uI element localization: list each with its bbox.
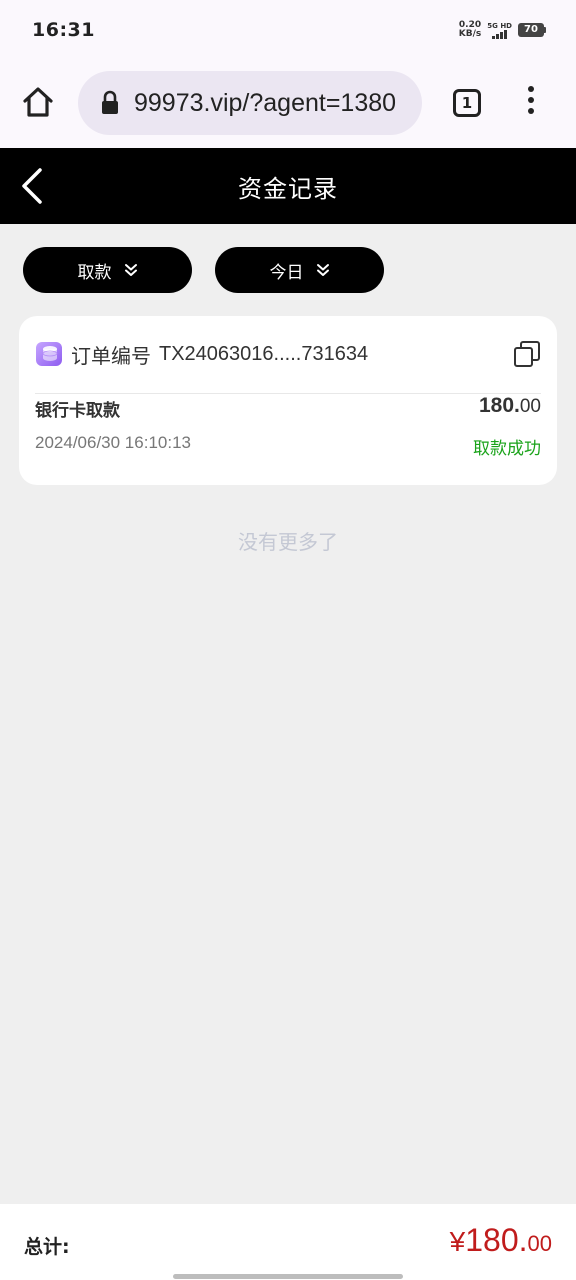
filter-bar: 取款 今日 (23, 247, 384, 293)
lock-icon (102, 90, 118, 114)
record-amount: 180.00 (479, 394, 541, 418)
total-footer: 总计: ¥180.00 (0, 1204, 576, 1280)
status-bar: 16:31 0.20 KB/s 5G HD 70 (0, 0, 576, 60)
status-indicators: 0.20 KB/s 5G HD 70 (459, 21, 546, 39)
url-text[interactable]: 99973.vip/?agent=1380 (134, 89, 396, 118)
net-speed: 0.20 KB/s (459, 21, 481, 39)
coins-icon (36, 342, 62, 366)
signal-icon: 5G HD (487, 22, 512, 39)
net-speed-unit: KB/s (458, 29, 482, 39)
record-type: 银行卡取款 (35, 401, 120, 421)
battery-icon: 70 (518, 23, 546, 37)
battery-level: 70 (518, 23, 544, 37)
no-more-text: 没有更多了 (238, 530, 338, 554)
status-time: 16:31 (32, 19, 95, 41)
record-status: 取款成功 (473, 439, 541, 459)
chevron-left-icon[interactable] (14, 164, 54, 208)
record-datetime: 2024/06/30 16:10:13 (35, 433, 191, 452)
tabs-icon[interactable]: 1 (453, 89, 481, 117)
card-divider (35, 393, 541, 394)
total-dec: 00 (527, 1231, 552, 1256)
total-currency: ¥ (449, 1226, 466, 1257)
double-chevron-down-icon (124, 264, 137, 276)
page-title: 资金记录 (238, 174, 338, 203)
more-vert-icon[interactable] (522, 86, 540, 120)
order-row: 订单编号 TX24063016.....731634 (35, 338, 541, 370)
total-int: 180. (465, 1222, 528, 1258)
network-label: 5G HD (487, 21, 512, 30)
home-icon[interactable] (20, 84, 56, 120)
total-label: 总计: (24, 1236, 70, 1258)
total-amount: ¥180.00 (450, 1222, 552, 1259)
browser-toolbar: 99973.vip/?agent=1380 1 (0, 60, 576, 148)
order-label: 订单编号 (71, 343, 151, 368)
home-indicator[interactable] (173, 1274, 403, 1279)
filter-date-label: 今日 (269, 262, 304, 283)
record-amount-int: 180. (478, 394, 520, 417)
order-number: TX24063016.....731634 (159, 342, 369, 365)
double-chevron-down-icon (316, 264, 329, 276)
filter-type-label: 取款 (77, 262, 112, 283)
filter-date-button[interactable]: 今日 (215, 247, 384, 293)
address-bar[interactable]: 99973.vip/?agent=1380 (78, 71, 422, 135)
copy-icon[interactable] (513, 340, 541, 368)
record-card[interactable]: 订单编号 TX24063016.....731634 银行卡取款 180.00 … (19, 316, 557, 485)
page-header: 资金记录 (0, 148, 576, 224)
filter-type-button[interactable]: 取款 (23, 247, 192, 293)
record-amount-dec: 00 (519, 396, 541, 417)
